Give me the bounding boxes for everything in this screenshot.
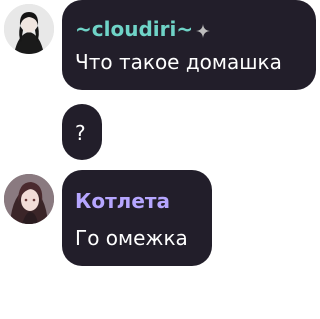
message-text-3: Го омежка xyxy=(75,226,188,250)
message-bubble-1[interactable]: ~cloudiri~ Что такое домашка xyxy=(62,0,316,90)
sender-name-kotleta[interactable]: Котлета xyxy=(75,191,170,211)
sparkle-icon xyxy=(196,24,210,38)
message-bubble-2[interactable]: ? xyxy=(62,104,102,160)
sender-name-cloudiri[interactable]: ~cloudiri~ xyxy=(75,19,193,39)
message-text-2: ? xyxy=(75,121,86,145)
avatar-kotleta[interactable] xyxy=(4,174,54,224)
avatar-cloudiri[interactable] xyxy=(4,4,54,54)
message-text-1: Что такое домашка xyxy=(75,50,282,74)
message-bubble-3[interactable]: Котлета Го омежка xyxy=(62,170,212,266)
